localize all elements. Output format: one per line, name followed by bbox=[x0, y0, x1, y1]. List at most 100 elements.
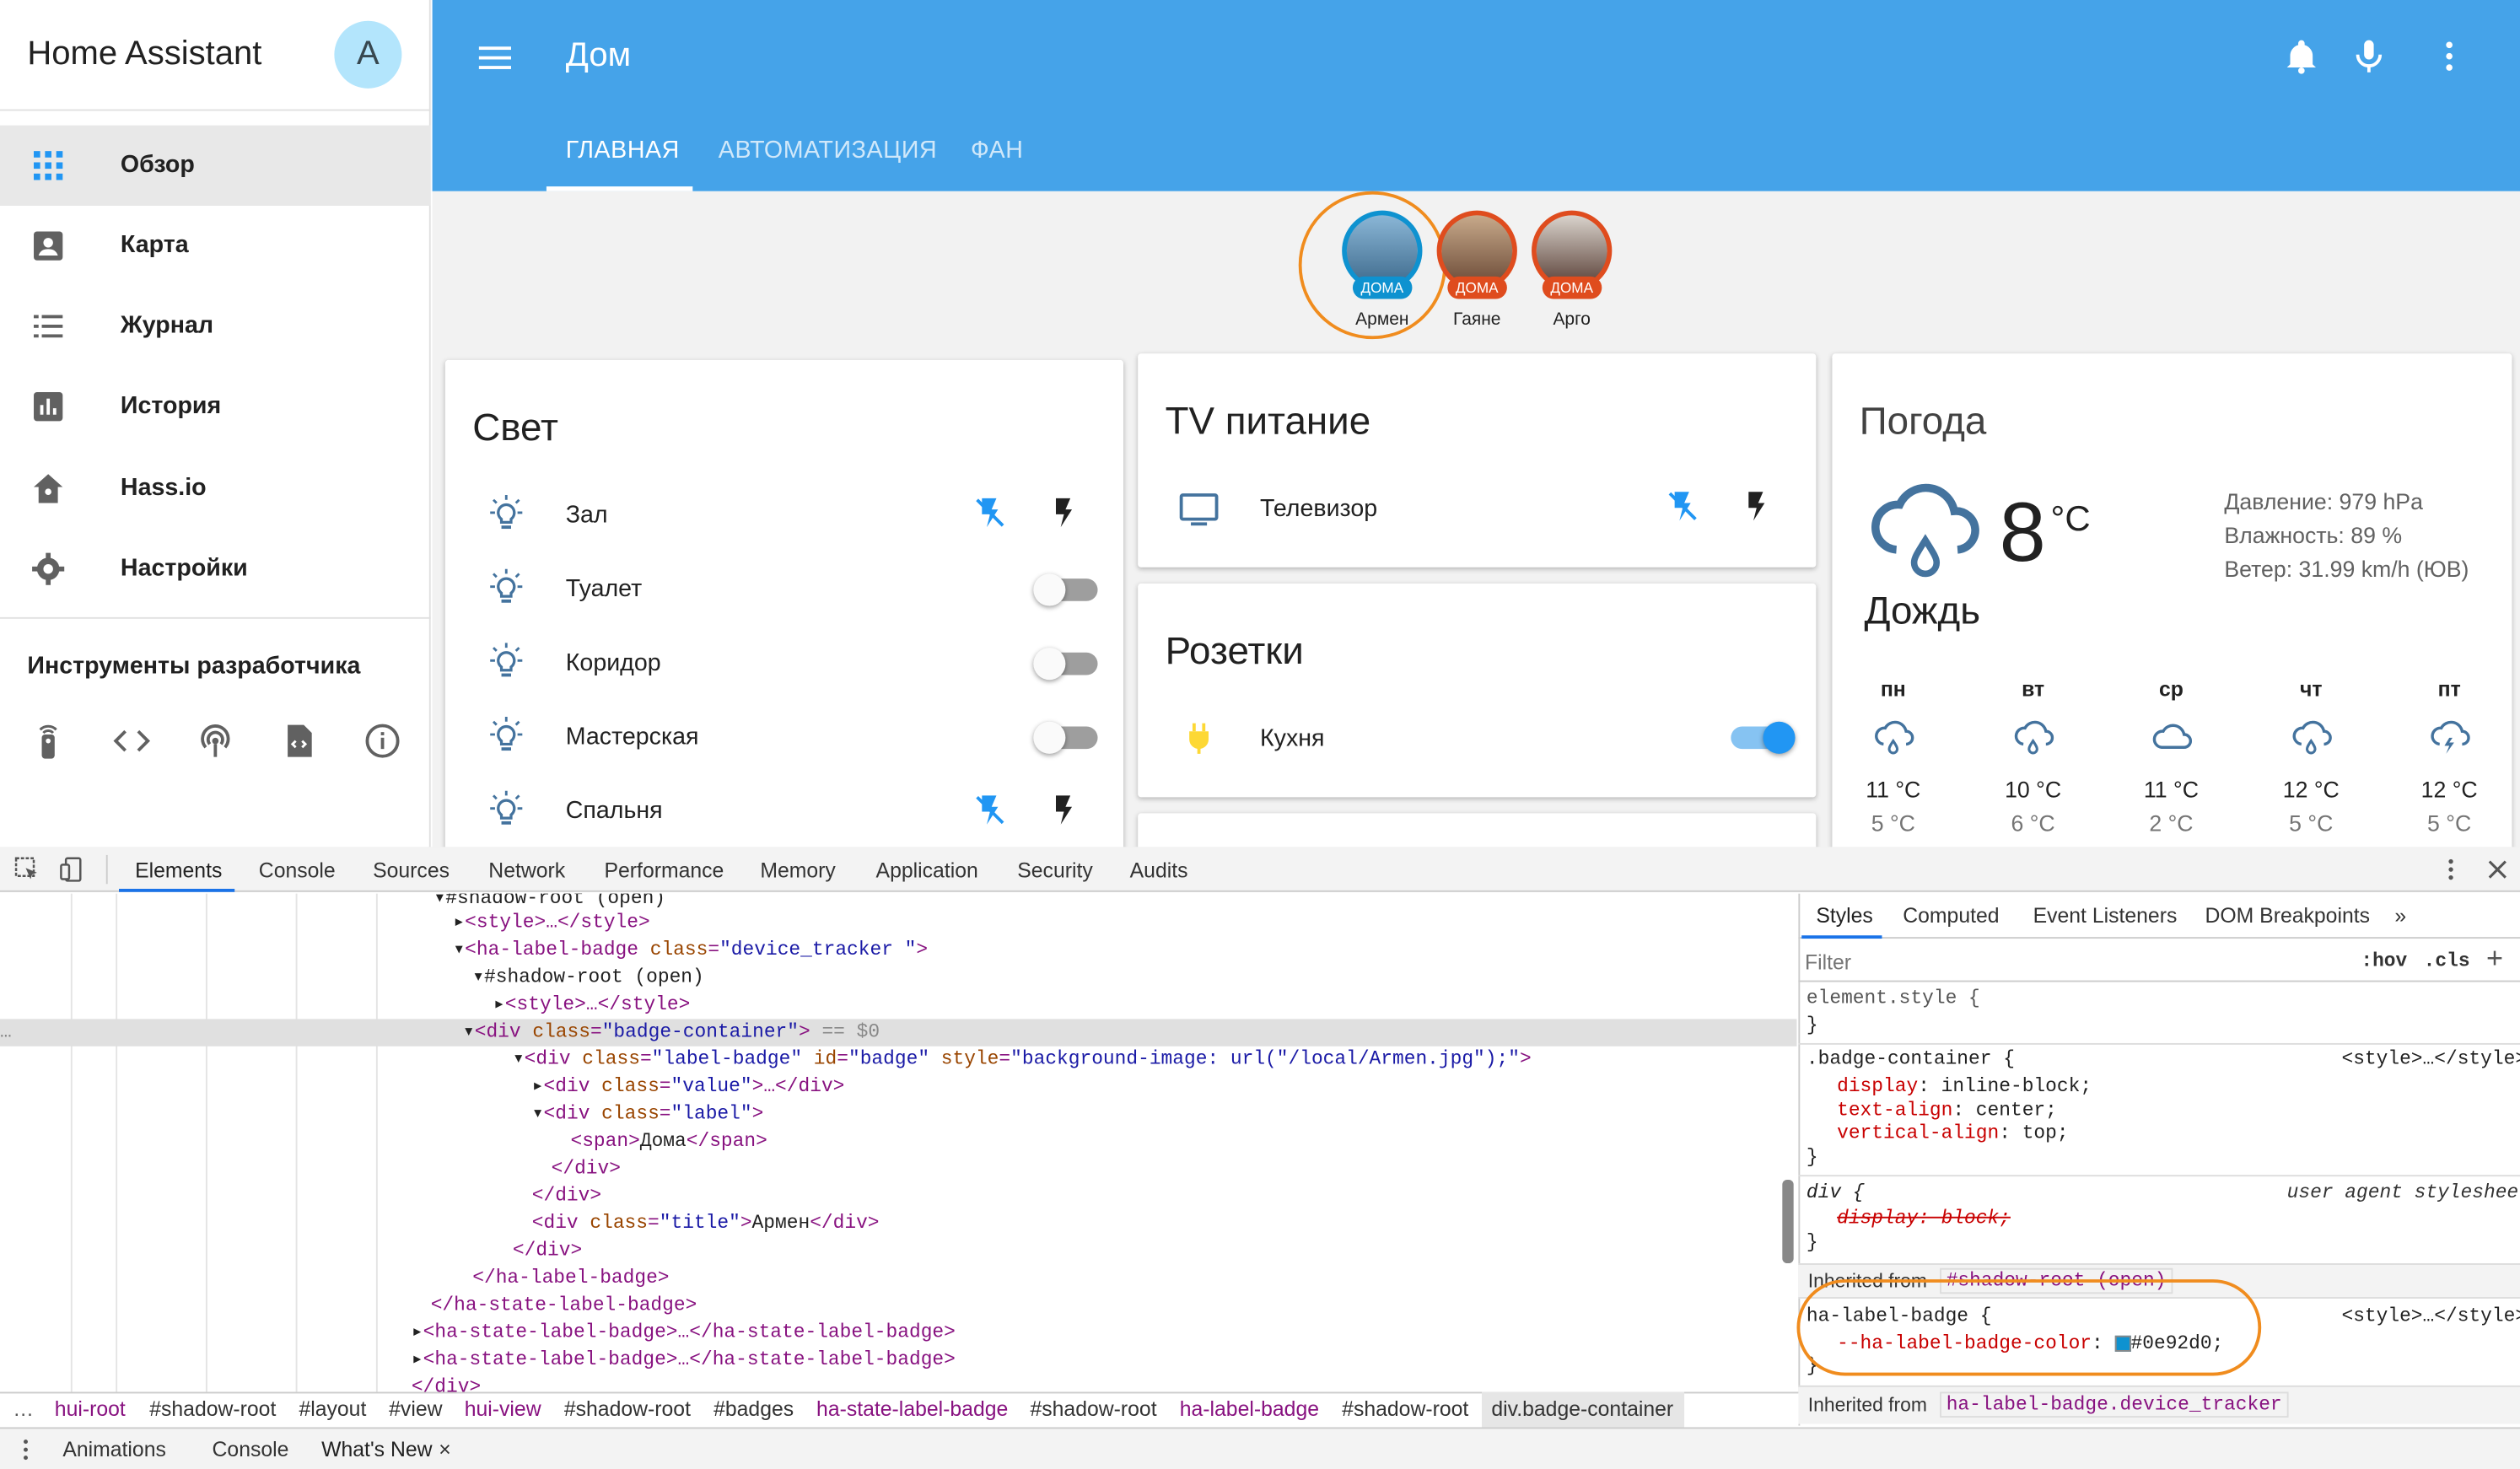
dom-node[interactable]: ▸<ha-state-label-badge>…</ha-state-label… bbox=[412, 1320, 956, 1347]
css-declaration[interactable]: text-align: center; bbox=[1837, 1100, 2057, 1122]
more-vert-icon[interactable] bbox=[2438, 857, 2463, 882]
sidebar-item-overview[interactable]: Обзор bbox=[0, 125, 431, 206]
code-icon[interactable] bbox=[112, 722, 151, 761]
tab-styles[interactable]: Styles bbox=[1816, 903, 1872, 928]
lightbulb-icon[interactable] bbox=[485, 568, 527, 610]
flash-icon[interactable] bbox=[1047, 793, 1082, 828]
close-icon[interactable] bbox=[2485, 857, 2510, 882]
hov-button[interactable]: :hov bbox=[2361, 950, 2407, 972]
broadcast-icon[interactable] bbox=[196, 722, 234, 761]
tab-event-listeners[interactable]: Event Listeners bbox=[2033, 903, 2178, 928]
person-badge[interactable]: ДОМА Гаяне bbox=[1436, 210, 1517, 330]
lightbulb-icon[interactable] bbox=[485, 789, 527, 831]
sidebar-item-history[interactable]: История bbox=[0, 367, 431, 447]
sidebar-item-settings[interactable]: Настройки bbox=[0, 529, 431, 609]
flash-off-icon[interactable] bbox=[1665, 488, 1700, 524]
devtools-tab-performance[interactable]: Performance bbox=[605, 858, 724, 883]
lightbulb-icon[interactable] bbox=[485, 715, 527, 757]
inherited-link[interactable]: ha-label-badge.device_tracker bbox=[1940, 1391, 2289, 1418]
devtools-tab-memory[interactable]: Memory bbox=[760, 858, 835, 883]
sidebar-item-map[interactable]: Карта bbox=[0, 206, 431, 286]
dom-node[interactable]: ▾<div class="label-badge" id="badge" sty… bbox=[513, 1047, 1532, 1074]
flash-off-icon[interactable] bbox=[972, 495, 1008, 530]
breadcrumb-item[interactable]: #shadow-root bbox=[1030, 1396, 1156, 1421]
chevron-right-icon[interactable]: » bbox=[2394, 903, 2406, 928]
css-declaration-overridden[interactable]: display: block; bbox=[1837, 1207, 2011, 1230]
dom-node[interactable]: ▸<style>…</style> bbox=[453, 910, 649, 937]
microphone-icon[interactable] bbox=[2350, 37, 2388, 76]
devtools-tab-network[interactable]: Network bbox=[488, 858, 565, 883]
tab-main[interactable]: ГЛАВНАЯ bbox=[566, 137, 680, 164]
rule-selector[interactable]: .badge-container { bbox=[1807, 1048, 2015, 1071]
sidebar-item-hassio[interactable]: Hass.io bbox=[0, 449, 431, 529]
dom-node[interactable]: <div class="title">Армен</div> bbox=[532, 1210, 880, 1237]
dom-node[interactable]: ▸<style>…</style> bbox=[493, 992, 690, 1019]
lightbulb-icon[interactable] bbox=[485, 641, 527, 683]
breadcrumb-item[interactable]: #view bbox=[389, 1396, 442, 1421]
dom-node[interactable]: </div> bbox=[552, 1155, 621, 1182]
sidebar-item-logbook[interactable]: Журнал bbox=[0, 286, 431, 366]
add-rule-icon[interactable]: + bbox=[2486, 942, 2503, 976]
dom-node[interactable]: </ha-state-label-badge> bbox=[431, 1292, 697, 1319]
breadcrumb-item[interactable]: #shadow-root bbox=[1342, 1396, 1468, 1421]
css-declaration[interactable]: display: inline-block; bbox=[1837, 1075, 2092, 1098]
flash-icon[interactable] bbox=[1739, 488, 1774, 524]
breadcrumb-more[interactable]: … bbox=[13, 1396, 34, 1421]
tab-computed[interactable]: Computed bbox=[1903, 903, 1999, 928]
dom-node[interactable]: ▸<ha-state-label-badge>…</ha-state-label… bbox=[412, 1347, 956, 1374]
info-icon[interactable] bbox=[363, 722, 402, 761]
dom-node[interactable]: ▾#shadow-root (open) bbox=[472, 965, 703, 992]
dom-node-selected[interactable]: … ▾<div class="badge-container"> == $0 bbox=[0, 1019, 1797, 1047]
person-badge[interactable]: ДОМА Армен bbox=[1342, 210, 1423, 330]
remote-icon[interactable] bbox=[29, 722, 67, 761]
drawer-tab-console[interactable]: Console bbox=[213, 1437, 289, 1461]
toggle-switch[interactable] bbox=[1731, 721, 1796, 754]
person-badge[interactable]: ДОМА Арго bbox=[1532, 210, 1613, 330]
element-style-selector[interactable]: element.style { bbox=[1807, 987, 1980, 1009]
breadcrumb-item[interactable]: ha-state-label-badge bbox=[816, 1396, 1008, 1421]
rule-source-link[interactable]: <style>…</style> bbox=[2341, 1048, 2520, 1071]
cls-button[interactable]: .cls bbox=[2424, 950, 2470, 972]
inspect-icon[interactable] bbox=[14, 857, 40, 882]
dom-node[interactable]: </ha-label-badge> bbox=[472, 1265, 669, 1292]
toggle-switch[interactable] bbox=[1033, 721, 1098, 754]
dom-tree[interactable]: ▾#shadow-root (open) ▸<style>…</style> ▾… bbox=[0, 894, 1797, 1392]
more-vert-icon[interactable] bbox=[2430, 37, 2469, 76]
devtools-tab-sources[interactable]: Sources bbox=[373, 858, 450, 883]
rule-selector[interactable]: div { bbox=[1807, 1181, 1865, 1204]
lightbulb-icon[interactable] bbox=[485, 493, 527, 535]
tab-dom-breakpoints[interactable]: DOM Breakpoints bbox=[2205, 903, 2370, 928]
breadcrumb-item[interactable]: #layout bbox=[299, 1396, 366, 1421]
devtools-tab-audits[interactable]: Audits bbox=[1130, 858, 1188, 883]
drawer-tab-whats-new[interactable]: What's New bbox=[321, 1437, 432, 1461]
dom-node[interactable]: ▾<div class="label"> bbox=[532, 1101, 764, 1128]
dom-node[interactable]: </div> bbox=[532, 1183, 601, 1210]
dom-node[interactable]: ▾<ha-label-badge class="device_tracker "… bbox=[453, 937, 928, 964]
breadcrumb-item[interactable]: ha-label-badge bbox=[1180, 1396, 1319, 1421]
drawer-tab-animations[interactable]: Animations bbox=[62, 1437, 166, 1461]
avatar[interactable]: A bbox=[334, 20, 402, 89]
power-plug-icon[interactable] bbox=[1182, 720, 1217, 756]
dom-node[interactable]: </div> bbox=[412, 1375, 481, 1391]
tab-fan[interactable]: ФАН bbox=[971, 137, 1024, 164]
flash-icon[interactable] bbox=[1047, 495, 1082, 530]
breadcrumb-item[interactable]: #shadow-root bbox=[564, 1396, 691, 1421]
close-icon[interactable]: × bbox=[439, 1437, 450, 1461]
flash-off-icon[interactable] bbox=[972, 793, 1008, 828]
dom-node[interactable]: <span>Дома</span> bbox=[570, 1128, 767, 1155]
breadcrumb-item[interactable]: hui-view bbox=[465, 1396, 541, 1421]
devtools-tab-security[interactable]: Security bbox=[1017, 858, 1093, 883]
rule-source-link[interactable]: <style>…</style> bbox=[2341, 1305, 2520, 1328]
devtools-tab-elements[interactable]: Elements bbox=[135, 858, 222, 883]
devtools-tab-console[interactable]: Console bbox=[259, 858, 336, 883]
toggle-switch[interactable] bbox=[1033, 573, 1098, 606]
tab-automation[interactable]: АВТОМАТИЗАЦИЯ bbox=[719, 137, 937, 164]
devtools-tab-application[interactable]: Application bbox=[876, 858, 978, 883]
dom-node[interactable]: </div> bbox=[513, 1238, 582, 1265]
breadcrumb-item[interactable]: #shadow-root bbox=[149, 1396, 276, 1421]
toggle-switch[interactable] bbox=[1033, 648, 1098, 681]
dom-node[interactable]: ▸<div class="value">…</div> bbox=[532, 1074, 845, 1100]
css-declaration[interactable]: vertical-align: top; bbox=[1837, 1122, 2068, 1144]
breadcrumb-item[interactable]: hui-root bbox=[55, 1396, 126, 1421]
breadcrumb-item-selected[interactable]: div.badge-container bbox=[1491, 1396, 1673, 1421]
